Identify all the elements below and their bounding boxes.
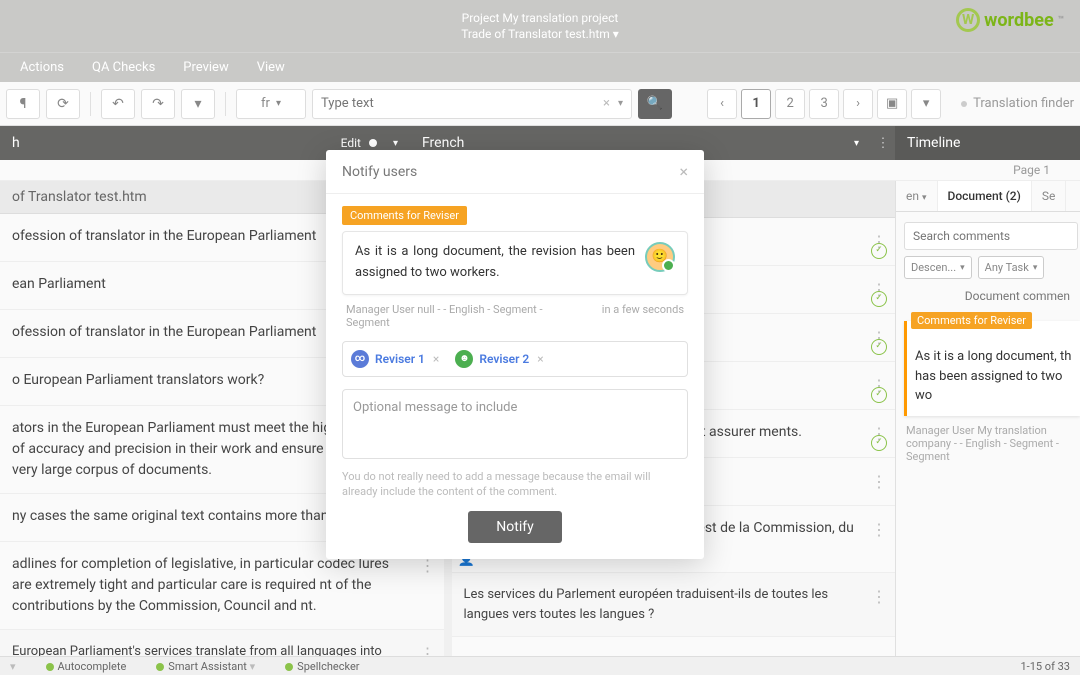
edit-toggle[interactable]: Edit▾ xyxy=(341,136,398,150)
goto-segment-icon[interactable]: ▣ xyxy=(877,89,907,119)
top-header: Project My translation project Trade of … xyxy=(0,0,1080,52)
status-check-icon[interactable]: ✓ xyxy=(871,435,887,451)
page-2[interactable]: 2 xyxy=(775,89,805,119)
language-selector[interactable]: fr▾ xyxy=(236,89,306,119)
page-3[interactable]: 3 xyxy=(809,89,839,119)
source-segment[interactable]: European Parliament's services translate… xyxy=(0,630,444,658)
user-chip[interactable]: ☻Reviser 2× xyxy=(455,350,543,368)
comments-search-input[interactable] xyxy=(904,222,1078,250)
menu-bar: Actions QA Checks Preview View xyxy=(0,52,1080,82)
menu-actions[interactable]: Actions xyxy=(20,60,64,75)
autocomplete-toggle[interactable]: Autocomplete xyxy=(46,660,127,673)
document-name[interactable]: Trade of Translator test.htm ▾ xyxy=(461,27,619,41)
toolbar: ¶ ⟳ ↶ ↷ ▾ fr▾ × ▾ 🔍 ‹ 1 2 3 › ▣ ▾ Transl… xyxy=(0,82,1080,126)
segment-more-icon[interactable]: ⋮ xyxy=(871,470,887,494)
toolbar-more-icon[interactable]: ▾ xyxy=(181,89,215,119)
modal-comment-tag: Comments for Reviser xyxy=(342,206,467,225)
status-check-icon[interactable]: ✓ xyxy=(871,387,887,403)
comment-meta: Manager User My translation company - - … xyxy=(896,424,1080,463)
lang-header-more-icon[interactable]: ⋮ xyxy=(871,126,895,160)
redo-icon[interactable]: ↷ xyxy=(141,89,175,119)
search-button[interactable]: 🔍 xyxy=(638,89,672,119)
modal-meta-time: in a few seconds xyxy=(602,303,684,329)
notify-button[interactable]: Notify xyxy=(468,511,561,543)
page-1[interactable]: 1 xyxy=(741,89,771,119)
trademark: ™ xyxy=(1058,15,1064,26)
status-check-icon[interactable]: ✓ xyxy=(871,243,887,259)
menu-view[interactable]: View xyxy=(257,60,285,75)
chevron-down-icon[interactable]: ▾ xyxy=(618,98,623,109)
search-input[interactable] xyxy=(321,96,603,111)
next-page-button[interactable]: › xyxy=(843,89,873,119)
selected-users: ∞Reviser 1× ☻Reviser 2× xyxy=(342,341,688,377)
optional-message-input[interactable]: Optional message to include xyxy=(342,389,688,459)
status-check-icon[interactable]: ✓ xyxy=(871,291,887,307)
timeline-tabs: en ▾ Document (2) Se xyxy=(896,181,1080,212)
prev-page-button[interactable]: ‹ xyxy=(707,89,737,119)
target-lang-label: French xyxy=(422,135,464,151)
project-name: Project My translation project xyxy=(462,11,619,25)
remove-user-icon[interactable]: × xyxy=(433,352,439,366)
tab-language[interactable]: en ▾ xyxy=(896,181,938,211)
pager-more-icon[interactable]: ▾ xyxy=(911,89,941,119)
timeline-panel: en ▾ Document (2) Se Descen...▾ Any Task… xyxy=(895,181,1080,658)
modal-title: Notify users xyxy=(342,164,417,180)
segment-more-icon[interactable]: ⋮ xyxy=(871,518,887,542)
smart-assistant-toggle[interactable]: Smart Assistant ▾ xyxy=(156,660,255,673)
comment-tag: Comments for Reviser xyxy=(911,312,1032,329)
translation-finder[interactable]: Translation finder xyxy=(961,96,1074,111)
spellchecker-toggle[interactable]: Spellchecker xyxy=(285,660,359,673)
user-chip[interactable]: ∞Reviser 1× xyxy=(351,350,439,368)
brand-logo: W wordbee ™ xyxy=(956,8,1064,32)
menu-preview[interactable]: Preview xyxy=(183,60,228,75)
comment-card[interactable]: Comments for Reviser As it is a long doc… xyxy=(904,321,1080,416)
tab-segment[interactable]: Se xyxy=(1032,181,1067,211)
wordbee-icon: W xyxy=(956,8,980,32)
close-icon[interactable]: × xyxy=(679,162,688,181)
segment-count: 1-15 of 33 xyxy=(1020,660,1070,673)
modal-hint: You do not really need to add a message … xyxy=(342,469,688,500)
sort-filter[interactable]: Descen...▾ xyxy=(904,256,972,279)
segment-more-icon[interactable]: ⋮ xyxy=(871,585,887,609)
refresh-icon[interactable]: ⟳ xyxy=(46,89,80,119)
pager: ‹ 1 2 3 › ▣ ▾ xyxy=(707,89,941,119)
clear-icon[interactable]: × xyxy=(603,96,610,111)
search-box: × ▾ xyxy=(312,89,632,119)
remove-user-icon[interactable]: × xyxy=(537,352,543,366)
source-lang-label: h xyxy=(12,135,20,151)
comment-body: As it is a long document, th has been as… xyxy=(907,343,1080,416)
status-check-icon[interactable]: ✓ xyxy=(871,339,887,355)
modal-comment-text: As it is a long document, the revision h… xyxy=(355,242,635,284)
pilcrow-icon[interactable]: ¶ xyxy=(6,89,40,119)
avatar-icon: 🙂 xyxy=(645,242,675,272)
timeline-header: Timeline xyxy=(895,126,1080,160)
modal-comment-card: As it is a long document, the revision h… xyxy=(342,231,688,295)
notify-users-modal: Notify users × Comments for Reviser As i… xyxy=(326,150,704,559)
modal-meta-author: Manager User null - - English - Segment … xyxy=(346,303,566,329)
tab-document[interactable]: Document (2) xyxy=(938,181,1032,211)
document-comments-link[interactable]: Document commen xyxy=(906,289,1070,303)
brand-text: wordbee xyxy=(984,10,1054,31)
target-segment[interactable]: Les services du Parlement européen tradu… xyxy=(452,573,896,637)
menu-qa-checks[interactable]: QA Checks xyxy=(92,60,155,75)
footer: ▾ Autocomplete Smart Assistant ▾ Spellch… xyxy=(0,656,1080,675)
task-filter[interactable]: Any Task▾ xyxy=(978,256,1045,279)
undo-icon[interactable]: ↶ xyxy=(101,89,135,119)
